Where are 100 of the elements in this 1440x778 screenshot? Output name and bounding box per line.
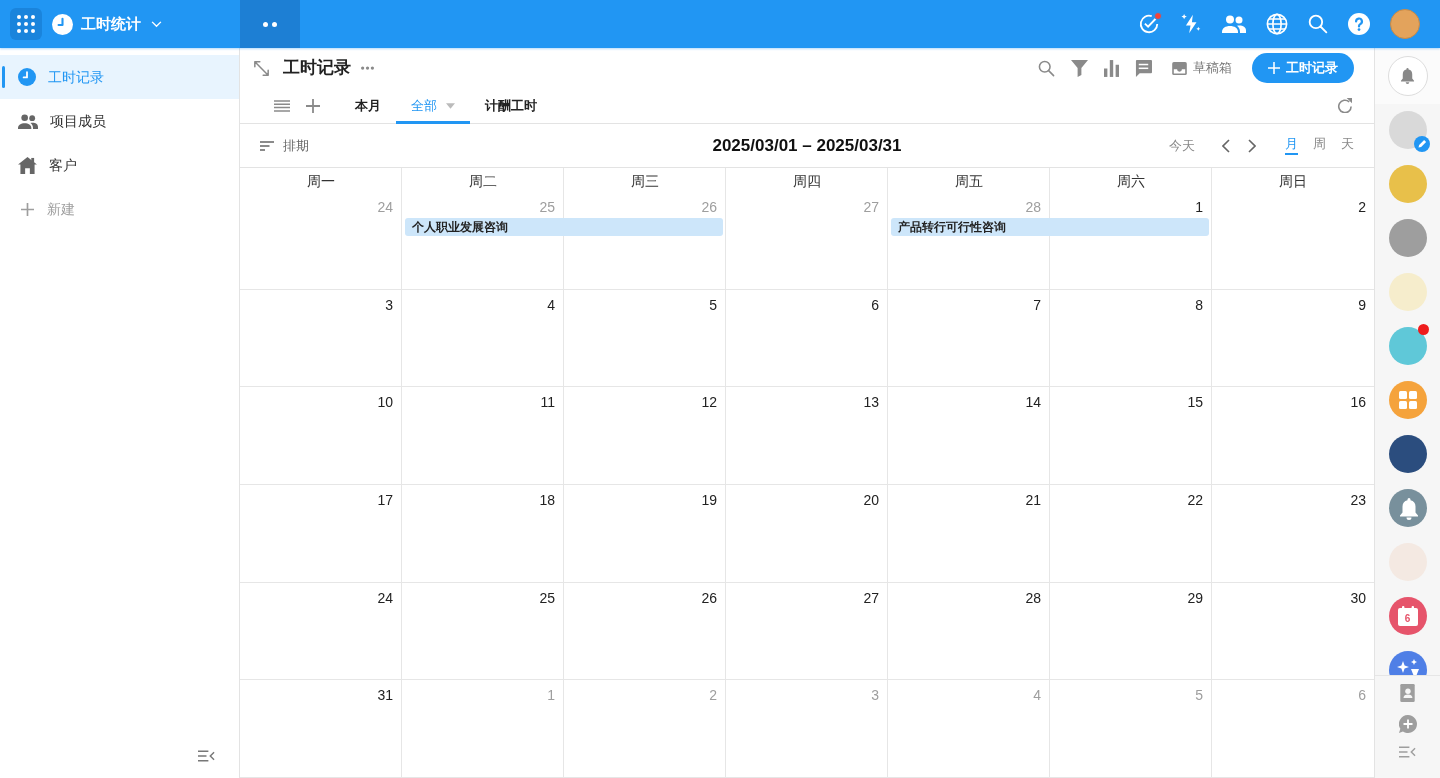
weekday-label: 周六: [1116, 173, 1145, 189]
help-icon[interactable]: [1348, 13, 1370, 35]
view-mode-tab[interactable]: 天: [1341, 136, 1354, 155]
calendar-icon: [1397, 606, 1418, 626]
day-number: 21: [1025, 492, 1041, 508]
weekday-label: 周一: [306, 173, 335, 189]
day-number: 28: [1025, 199, 1041, 215]
day-number: 25: [539, 199, 555, 215]
event-bar[interactable]: 产品转行可行性咨询: [891, 218, 1209, 236]
search-icon[interactable]: [1038, 59, 1055, 77]
app-launcher-button[interactable]: [10, 8, 42, 40]
day-number: 31: [377, 687, 393, 704]
date-range: 2025/03/01 – 2025/03/31: [712, 134, 902, 157]
view-mode-tab[interactable]: 周: [1313, 136, 1326, 155]
day-number: 5: [709, 296, 717, 313]
today-button[interactable]: 今天: [1169, 135, 1195, 156]
day-number: 24: [377, 589, 393, 606]
day-number: 15: [1187, 394, 1203, 411]
day-number: 11: [540, 394, 555, 411]
view-tab[interactable]: 本月: [340, 87, 396, 124]
inbox-icon: [1172, 61, 1187, 75]
day-number: 26: [701, 589, 717, 606]
sidebar-item[interactable]: 客户: [0, 143, 239, 187]
day-number: 12: [701, 394, 717, 411]
day-number: 2: [1358, 199, 1366, 215]
view-tab[interactable]: 全部: [396, 87, 470, 124]
photo-placeholder[interactable]: [1388, 435, 1427, 473]
apps-grid-icon[interactable]: [1388, 381, 1427, 419]
caret-down-icon[interactable]: [446, 102, 455, 109]
sort-icon: [260, 140, 274, 151]
day-number: 17: [377, 492, 393, 508]
calendar-app-button[interactable]: 6: [1388, 597, 1427, 635]
search-icon[interactable]: [1308, 14, 1328, 34]
day-number: 25: [539, 589, 555, 606]
two-dots-icon[interactable]: [263, 21, 277, 27]
day-number: 29: [1187, 589, 1203, 606]
refresh-icon[interactable]: [1337, 98, 1352, 113]
day-number: 26: [701, 199, 717, 215]
day-number: 2: [709, 687, 717, 704]
collapse-icon[interactable]: [1399, 746, 1416, 758]
day-number: 16: [1350, 394, 1366, 411]
day-number: 19: [701, 492, 717, 508]
more-icon[interactable]: [361, 66, 374, 70]
bell-icon: [1400, 68, 1415, 84]
event-bar[interactable]: 个人职业发展咨询: [405, 218, 723, 236]
plus-icon[interactable]: [306, 98, 320, 113]
day-number: 18: [539, 492, 555, 508]
day-number: 30: [1350, 589, 1366, 606]
avatar[interactable]: [1388, 219, 1427, 257]
task-check-icon[interactable]: [1138, 13, 1160, 35]
weekday-label: 周三: [630, 173, 659, 189]
add-record-button[interactable]: 工时记录: [1252, 53, 1354, 83]
notifications-button[interactable]: [1387, 56, 1428, 96]
day-number: 1: [1195, 199, 1203, 215]
bar-chart-icon[interactable]: [1104, 59, 1119, 77]
schedule-sort-button[interactable]: 排期: [260, 135, 309, 156]
chevron-down-icon[interactable]: [151, 20, 162, 28]
plus-icon: [21, 202, 34, 216]
drafts-button[interactable]: 草稿箱: [1172, 58, 1232, 78]
avatar[interactable]: [1388, 111, 1427, 149]
day-number: 6: [871, 296, 879, 313]
chevron-right-icon[interactable]: [1248, 138, 1256, 153]
expand-icon[interactable]: [254, 60, 269, 76]
sparkle-bolt-icon[interactable]: [1180, 13, 1202, 35]
day-number: 27: [863, 199, 879, 215]
new-item-button[interactable]: 新建: [0, 187, 239, 231]
filter-icon[interactable]: [1071, 59, 1088, 77]
weekday-label: 周二: [468, 173, 497, 189]
day-number: 23: [1350, 492, 1366, 508]
day-number: 9: [1358, 296, 1366, 313]
day-number: 5: [1195, 687, 1203, 704]
clock-icon: [52, 13, 73, 35]
comment-icon[interactable]: [1135, 59, 1152, 77]
day-number: 3: [871, 687, 879, 704]
chevron-left-icon[interactable]: [1222, 138, 1230, 153]
day-number: 24: [377, 199, 393, 215]
list-icon[interactable]: [274, 99, 290, 112]
bell-icon[interactable]: [1388, 489, 1427, 527]
avatar[interactable]: [1388, 327, 1427, 365]
collapse-icon[interactable]: [198, 750, 215, 762]
day-number: 22: [1187, 492, 1203, 508]
plus-icon: [1268, 62, 1280, 74]
people-icon[interactable]: [1222, 15, 1246, 33]
day-number: 27: [863, 589, 879, 606]
view-mode-tab[interactable]: 月: [1285, 136, 1298, 155]
view-title: 工时记录: [283, 57, 351, 80]
globe-icon[interactable]: [1266, 13, 1288, 35]
sidebar-item[interactable]: 项目成员: [0, 99, 239, 143]
view-tab[interactable]: 计酬工时: [470, 87, 552, 124]
clock-icon: [18, 68, 36, 86]
contact-card-icon[interactable]: [1400, 684, 1415, 702]
weekday-label: 周四: [792, 173, 821, 189]
app-title[interactable]: 工时统计: [81, 12, 141, 36]
day-number: 8: [1195, 296, 1203, 313]
people-icon: [18, 113, 38, 129]
day-number: 28: [1025, 589, 1041, 606]
sidebar-item[interactable]: 工时记录: [0, 55, 239, 99]
day-number: 1: [547, 687, 555, 704]
chat-plus-icon[interactable]: [1398, 715, 1417, 733]
weekday-label: 周日: [1279, 173, 1307, 189]
